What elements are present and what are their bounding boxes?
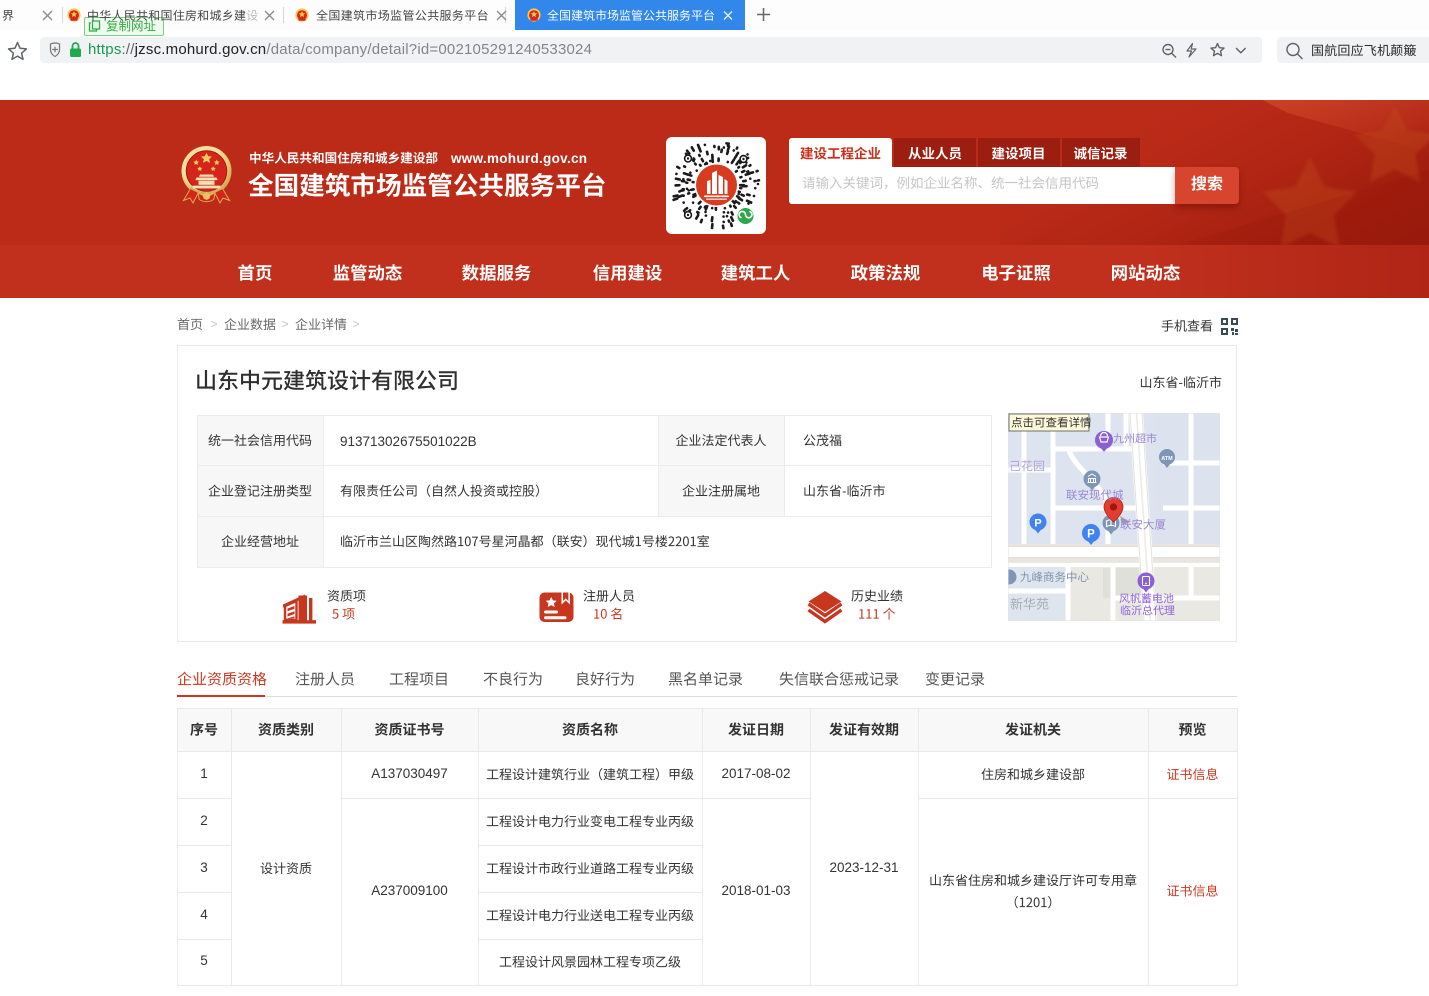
svg-text:P: P	[1034, 518, 1041, 530]
svg-text:P: P	[1087, 529, 1095, 541]
svg-text:ATM: ATM	[1161, 456, 1173, 462]
